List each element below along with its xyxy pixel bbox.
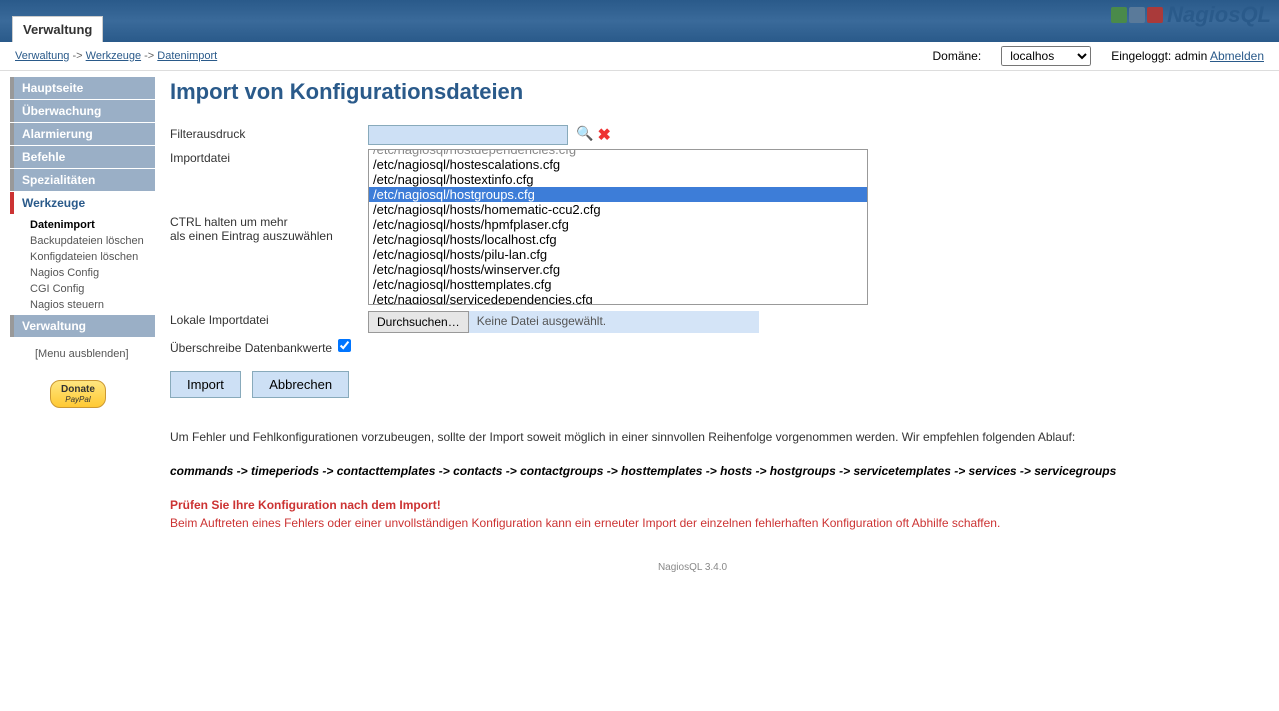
logo-icon-2 bbox=[1129, 7, 1145, 23]
app-header: Verwaltung NagiosQL bbox=[0, 0, 1279, 42]
submenu-config-delete[interactable]: Konfigdateien löschen bbox=[30, 249, 155, 265]
logout-link[interactable]: Abmelden bbox=[1210, 49, 1264, 63]
no-file-text: Keine Datei ausgewählt. bbox=[469, 311, 759, 333]
info-text: Um Fehler und Fehlkonfigurationen vorzub… bbox=[170, 428, 1215, 446]
main-content: Import von Konfigurationsdateien Filtera… bbox=[155, 71, 1235, 593]
sidebar-item-tools[interactable]: Werkzeuge bbox=[10, 192, 155, 214]
header-tab[interactable]: Verwaltung bbox=[12, 16, 103, 42]
logo-text: NagiosQL bbox=[1167, 2, 1271, 28]
logged-in-status: Eingeloggt: admin Abmelden bbox=[1111, 49, 1264, 63]
list-item[interactable]: /etc/nagiosql/hostextinfo.cfg bbox=[369, 172, 867, 187]
breadcrumb-tools[interactable]: Werkzeuge bbox=[86, 50, 141, 62]
clear-icon[interactable]: ✖ bbox=[597, 125, 610, 145]
breadcrumb-home[interactable]: Verwaltung bbox=[15, 50, 69, 62]
warning-text: Beim Auftreten eines Fehlers oder einer … bbox=[170, 514, 1215, 532]
search-icon[interactable]: 🔍 bbox=[576, 125, 593, 142]
submenu-cgi-config[interactable]: CGI Config bbox=[30, 281, 155, 297]
list-item[interactable]: /etc/nagiosql/hosts/localhost.cfg bbox=[369, 232, 867, 247]
list-item[interactable]: /etc/nagiosql/hostescalations.cfg bbox=[369, 157, 867, 172]
top-right-controls: Domäne: localhost Eingeloggt: admin Abme… bbox=[933, 46, 1265, 66]
list-item[interactable]: /etc/nagiosql/hosts/pilu-lan.cfg bbox=[369, 247, 867, 262]
filter-label: Filterausdruck bbox=[170, 125, 368, 141]
local-import-label: Lokale Importdatei bbox=[170, 311, 368, 327]
breadcrumb-current[interactable]: Datenimport bbox=[157, 50, 217, 62]
import-button[interactable]: Import bbox=[170, 371, 241, 398]
footer-version: NagiosQL 3.4.0 bbox=[170, 562, 1215, 573]
list-item[interactable]: /etc/nagiosql/hosts/winserver.cfg bbox=[369, 262, 867, 277]
list-item[interactable]: /etc/nagiosql/hosttemplates.cfg bbox=[369, 277, 867, 292]
domain-label: Domäne: bbox=[933, 49, 982, 63]
menu-toggle[interactable]: [Menu ausblenden] bbox=[10, 338, 155, 360]
page-title: Import von Konfigurationsdateien bbox=[170, 79, 1215, 105]
overwrite-checkbox[interactable] bbox=[338, 339, 351, 352]
sidebar-item-commands[interactable]: Befehle bbox=[10, 146, 155, 168]
importfile-label: Importdatei bbox=[170, 149, 368, 165]
submenu-dataimport[interactable]: Datenimport bbox=[30, 217, 155, 233]
import-order: commands -> timeperiods -> contacttempla… bbox=[170, 462, 1215, 480]
list-item[interactable]: /etc/nagiosql/hostdependencies.cfg bbox=[369, 149, 867, 157]
submenu-nagios-control[interactable]: Nagios steuern bbox=[30, 297, 155, 313]
cancel-button[interactable]: Abbrechen bbox=[252, 371, 349, 398]
sidebar-item-monitoring[interactable]: Überwachung bbox=[10, 100, 155, 122]
submenu-nagios-config[interactable]: Nagios Config bbox=[30, 265, 155, 281]
sidebar: Hauptseite Überwachung Alarmierung Befeh… bbox=[0, 71, 155, 593]
browse-button[interactable]: Durchsuchen… bbox=[368, 311, 469, 333]
sidebar-item-specialities[interactable]: Spezialitäten bbox=[10, 169, 155, 191]
sidebar-submenu: Datenimport Backupdateien löschen Konfig… bbox=[10, 215, 155, 315]
warning-block: Prüfen Sie Ihre Konfiguration nach dem I… bbox=[170, 496, 1215, 532]
sidebar-item-home[interactable]: Hauptseite bbox=[10, 77, 155, 99]
sidebar-item-alerting[interactable]: Alarmierung bbox=[10, 123, 155, 145]
ctrl-hint: CTRL halten um mehr als einen Eintrag au… bbox=[170, 165, 368, 243]
app-logo: NagiosQL bbox=[1111, 2, 1271, 28]
donate-button[interactable]: Donate PayPal bbox=[50, 380, 106, 408]
breadcrumb: Verwaltung -> Werkzeuge -> Datenimport bbox=[15, 50, 217, 62]
logo-icon-1 bbox=[1111, 7, 1127, 23]
list-item[interactable]: /etc/nagiosql/hosts/hpmfplaser.cfg bbox=[369, 217, 867, 232]
top-bar: Verwaltung -> Werkzeuge -> Datenimport D… bbox=[0, 42, 1279, 71]
list-item[interactable]: /etc/nagiosql/hosts/homematic-ccu2.cfg bbox=[369, 202, 867, 217]
list-item-selected[interactable]: /etc/nagiosql/hostgroups.cfg bbox=[369, 187, 867, 202]
sidebar-item-administration[interactable]: Verwaltung bbox=[10, 315, 155, 337]
submenu-backup-delete[interactable]: Backupdateien löschen bbox=[30, 233, 155, 249]
logo-icons bbox=[1111, 7, 1163, 23]
import-file-list[interactable]: /etc/nagiosql/hostdependencies.cfg /etc/… bbox=[368, 149, 868, 305]
logo-icon-3 bbox=[1147, 7, 1163, 23]
domain-select[interactable]: localhost bbox=[1001, 46, 1091, 66]
warning-title: Prüfen Sie Ihre Konfiguration nach dem I… bbox=[170, 496, 1215, 514]
overwrite-label: Überschreibe Datenbankwerte bbox=[170, 339, 338, 355]
list-item[interactable]: /etc/nagiosql/servicedependencies.cfg bbox=[369, 292, 867, 305]
filter-input[interactable] bbox=[368, 125, 568, 145]
